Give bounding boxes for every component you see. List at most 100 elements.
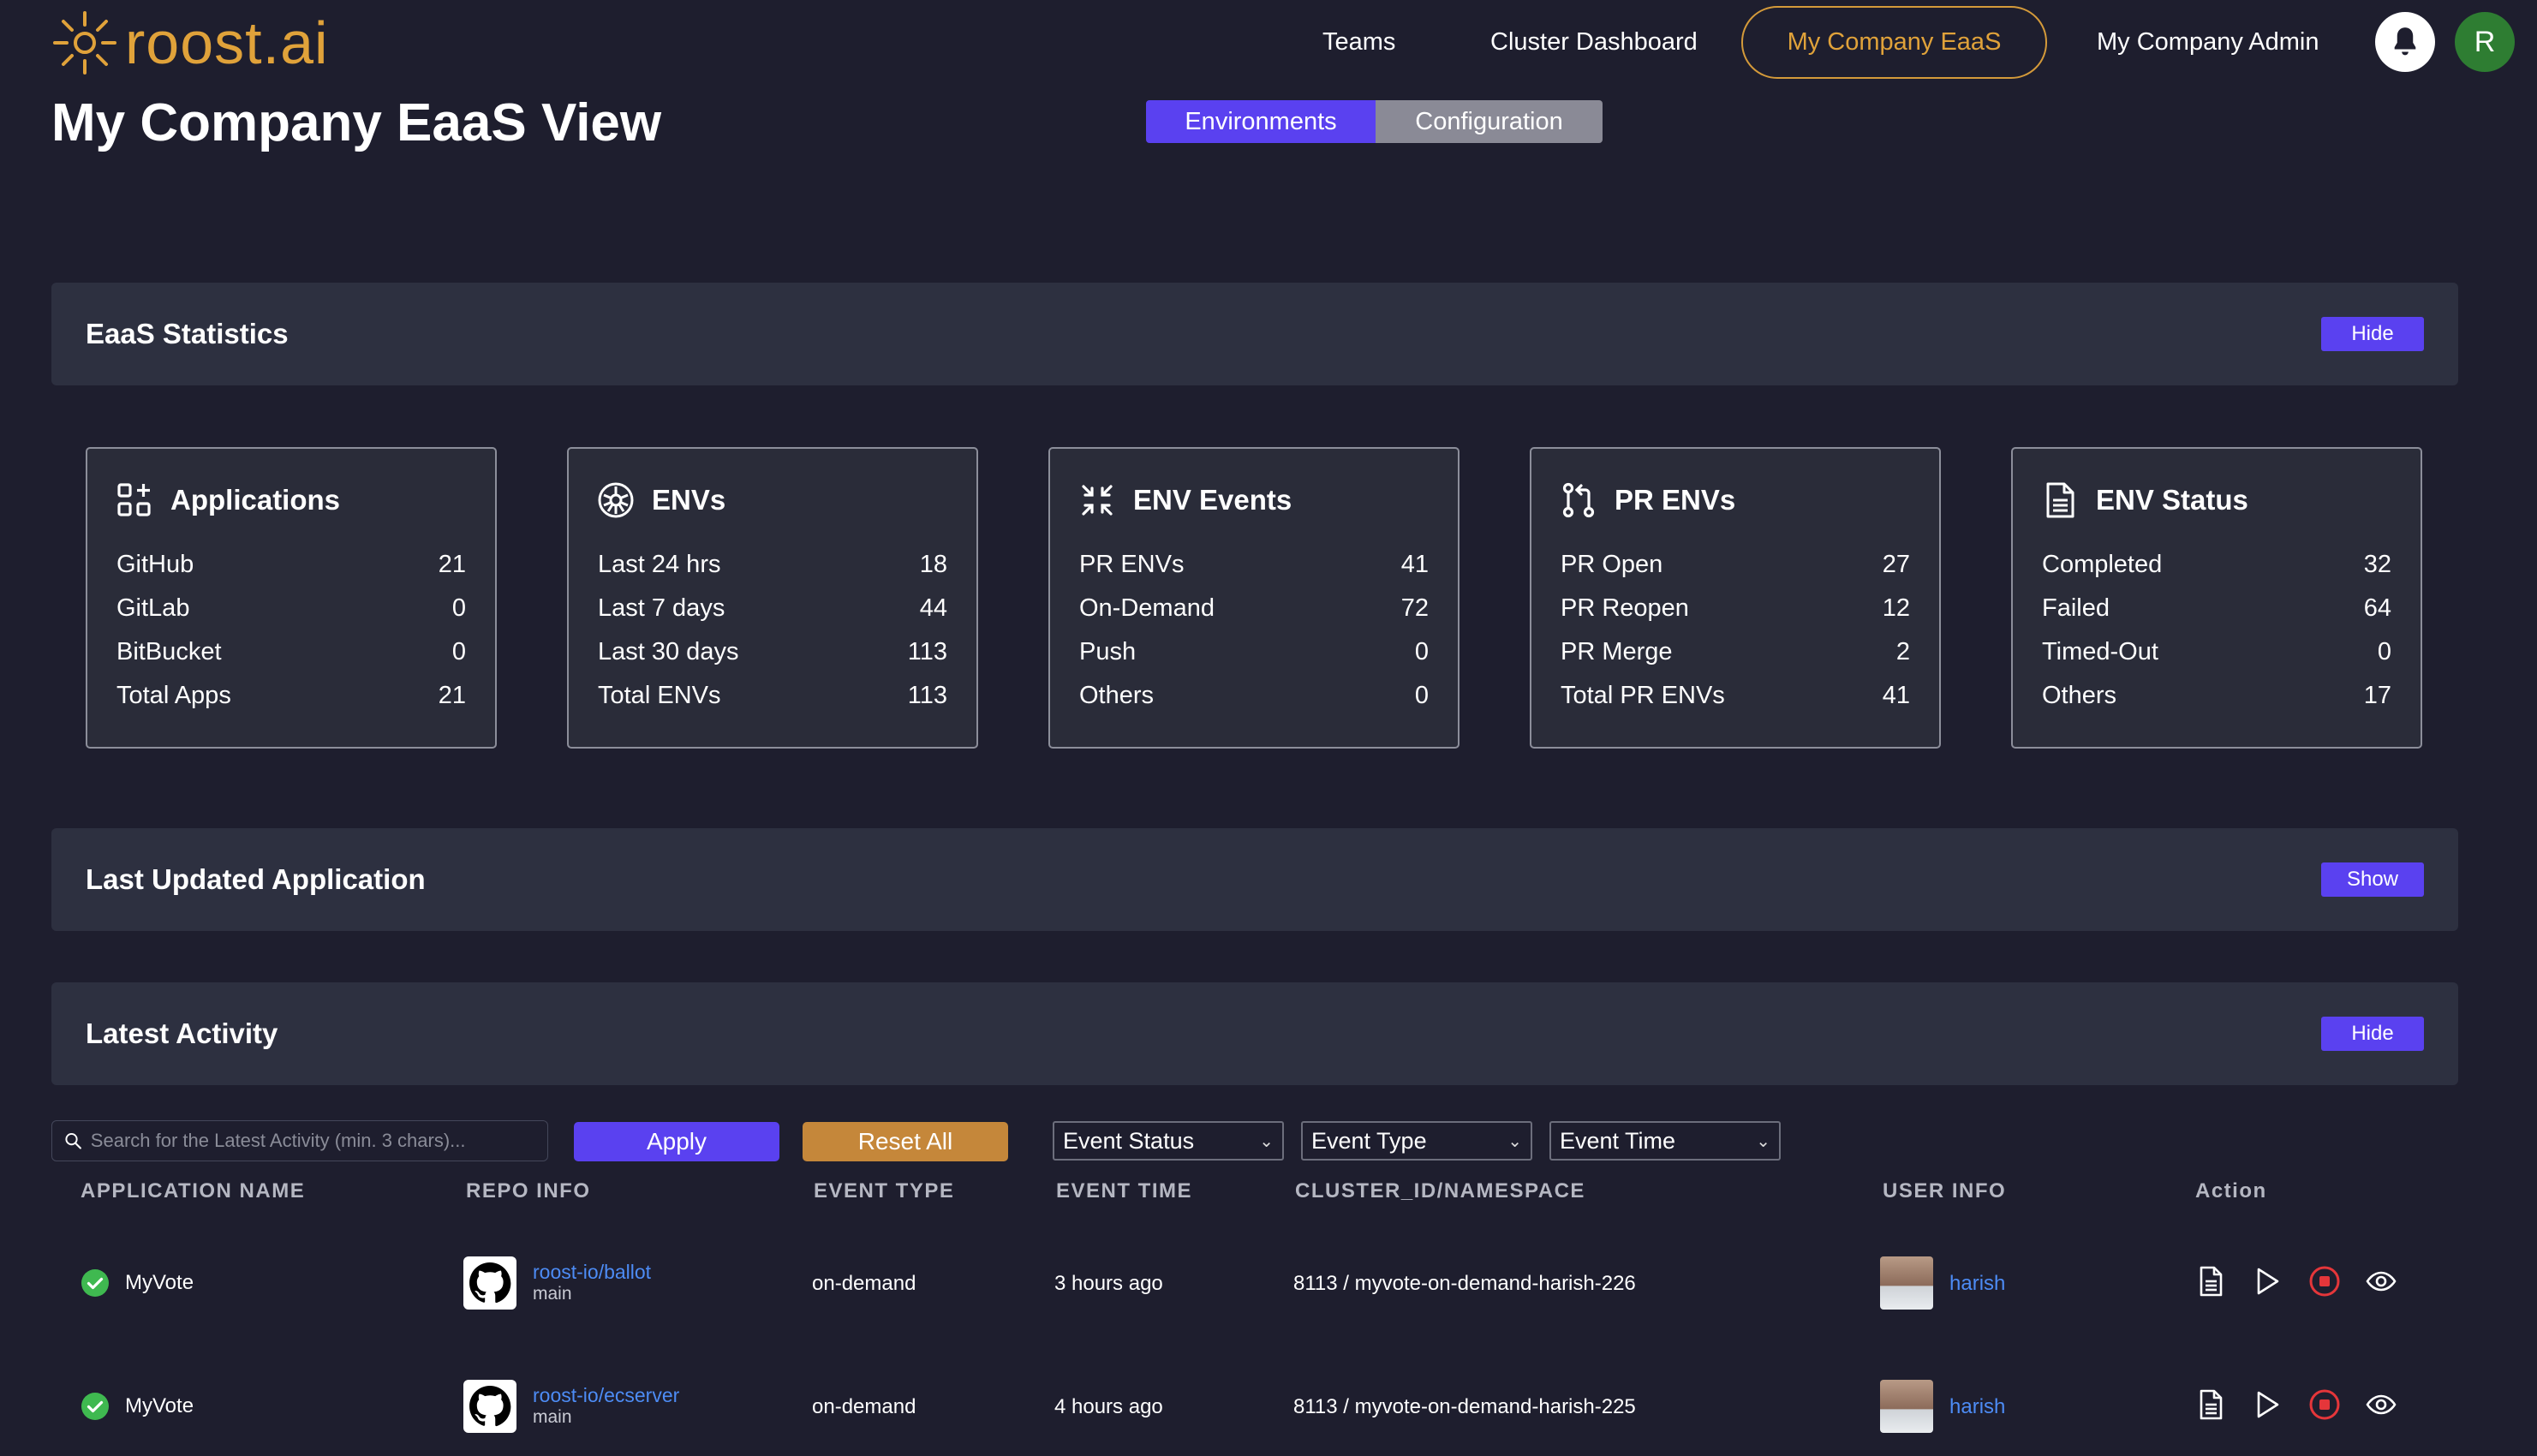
hide-activity-button[interactable]: Hide [2321,1017,2424,1051]
stat-value: 113 [907,682,947,709]
eaas-statistics-header: EaaS Statistics Hide [51,283,2458,385]
card-title: PR ENVs [1615,484,1736,516]
header-repo-info: REPO INFO [466,1179,591,1202]
header-application-name: APPLICATION NAME [81,1179,306,1202]
nav-my-company-eaas[interactable]: My Company EaaS [1741,6,2047,79]
apply-button[interactable]: Apply [574,1122,779,1161]
stat-row: Last 7 days 44 [598,587,947,630]
stat-row: Timed-Out 0 [2042,630,2391,674]
event-type: on-demand [812,1272,916,1295]
view-button[interactable] [2364,1387,2398,1422]
stat-label: PR Merge [1561,638,1673,665]
stat-label: PR Open [1561,551,1663,578]
stop-button[interactable] [2307,1264,2342,1298]
eye-icon [2366,1394,2397,1415]
event-time-dropdown[interactable]: Event Time ⌄ [1549,1121,1781,1161]
show-last-updated-button[interactable]: Show [2321,862,2424,897]
tab-configuration[interactable]: Configuration [1376,100,1603,143]
env-events-card: ENV Events PR ENVs 41 On-Demand 72 Push 0 O… [1048,447,1460,749]
stat-value: 12 [1882,594,1910,622]
stat-row: Last 24 hrs 18 [598,543,947,587]
user-photo [1880,1256,1933,1310]
repo-branch: main [533,1407,572,1427]
stat-value: 0 [451,638,466,665]
stat-value: 113 [907,638,947,665]
stat-row: Others 0 [1079,674,1429,718]
user-avatar[interactable]: R [2455,12,2515,72]
applications-card: Applications GitHub 21 GitLab 0 BitBucket 0… [86,447,497,749]
event-status-dropdown[interactable]: Event Status ⌄ [1053,1121,1284,1161]
view-logs-button[interactable] [2194,1264,2228,1298]
stat-label: PR Reopen [1561,594,1689,622]
run-button[interactable] [2249,1387,2283,1422]
stat-value: 0 [1414,638,1429,665]
stat-row: Total PR ENVs 41 [1561,674,1910,718]
stat-label: Last 30 days [598,638,739,665]
view-logs-button[interactable] [2194,1387,2228,1422]
stat-row: PR Reopen 12 [1561,587,1910,630]
view-tabs: Environments Configuration [1146,100,1603,143]
stat-row: PR ENVs 41 [1079,543,1429,587]
stat-row: Total ENVs 113 [598,674,947,718]
success-check-icon [81,1393,109,1420]
stat-row: GitLab 0 [116,587,466,630]
pr-envs-card: PR ENVs PR Open 27 PR Reopen 12 PR Merge 2 … [1530,447,1941,749]
view-button[interactable] [2364,1264,2398,1298]
stat-label: Total ENVs [598,682,721,709]
notifications-button[interactable] [2375,12,2435,72]
card-title: Applications [170,484,341,516]
stat-value: 64 [2363,594,2391,622]
activity-search[interactable] [51,1120,548,1161]
user-link[interactable]: harish [1949,1395,2005,1419]
run-button[interactable] [2249,1264,2283,1298]
stat-label: Push [1079,638,1137,665]
stat-label: Total Apps [116,682,231,709]
stat-label: Total PR ENVs [1561,682,1725,709]
repo-link[interactable]: roost-io/ecserver [533,1384,679,1407]
event-status-label: Event Status [1063,1127,1195,1154]
stat-value: 17 [2363,682,2391,709]
eaas-statistics-title: EaaS Statistics [86,318,289,349]
nav-my-company-admin[interactable]: My Company Admin [2097,28,2319,57]
nav-teams[interactable]: Teams [1322,28,1395,57]
event-time: 3 hours ago [1054,1272,1163,1295]
stat-value: 21 [438,551,466,578]
application-name[interactable]: MyVote [125,1394,194,1418]
stat-value: 0 [1414,682,1429,709]
stat-label: On-Demand [1079,594,1215,622]
last-updated-application-header: Last Updated Application Show [51,828,2458,931]
pull-request-icon [1562,482,1595,518]
user-link[interactable]: harish [1949,1272,2005,1296]
roost-logo[interactable]: roost.ai [50,7,329,79]
stat-label: Others [2042,682,2117,709]
search-icon [65,1133,81,1149]
header-cluster-namespace: CLUSTER_ID/NAMESPACE [1295,1179,1585,1202]
nav-my-company-eaas-label: My Company EaaS [1787,28,2002,56]
file-text-icon [2200,1389,2223,1420]
success-check-icon [81,1269,109,1297]
application-name[interactable]: MyVote [125,1271,194,1295]
stat-value: 18 [919,551,947,578]
sun-logo-icon [53,11,116,75]
header-event-time: EVENT TIME [1056,1179,1193,1202]
user-photo [1880,1380,1933,1433]
nav-cluster-dashboard[interactable]: Cluster Dashboard [1490,28,1698,57]
bell-icon [2394,27,2416,56]
chevron-down-icon: ⌄ [1259,1131,1274,1151]
repo-link[interactable]: roost-io/ballot [533,1261,651,1284]
stop-icon [2309,1266,2340,1297]
search-input[interactable] [90,1130,547,1152]
github-icon [463,1380,516,1433]
reset-all-button[interactable]: Reset All [803,1122,1008,1161]
stop-button[interactable] [2307,1387,2342,1422]
hide-statistics-button[interactable]: Hide [2321,317,2424,351]
event-time: 4 hours ago [1054,1395,1163,1418]
event-type: on-demand [812,1395,916,1418]
event-type-dropdown[interactable]: Event Type ⌄ [1301,1121,1532,1161]
page-title: My Company EaaS View [51,93,662,152]
event-type-label: Event Type [1311,1127,1427,1154]
tab-environments[interactable]: Environments [1146,100,1376,143]
stat-row: Completed 32 [2042,543,2391,587]
stat-value: 27 [1882,551,1910,578]
avatar-initial: R [2474,25,2496,58]
